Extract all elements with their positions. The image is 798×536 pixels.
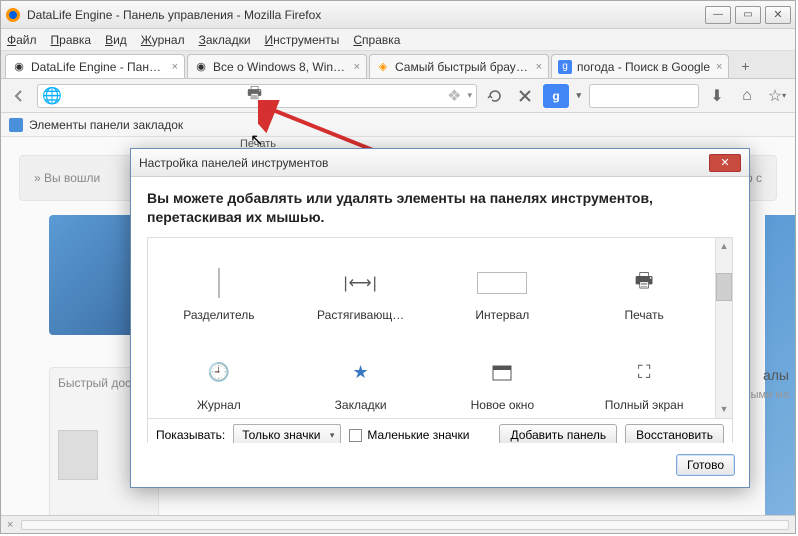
customize-toolbar-dialog: Настройка панелей инструментов ✕ Вы може… <box>130 148 750 488</box>
star-icon: ★ <box>353 356 369 390</box>
tab-label: погода - Поиск в Google <box>577 60 710 74</box>
palette-item-spacer[interactable]: Интервал <box>432 238 574 328</box>
tab-close-icon[interactable]: × <box>716 61 722 73</box>
tab-2[interactable]: ◈ Самый быстрый браузе… × <box>369 54 549 78</box>
minimize-button[interactable]: — <box>705 6 731 24</box>
palette-item-history[interactable]: 🕘 Журнал <box>148 328 290 418</box>
menu-view[interactable]: Вид <box>105 33 127 47</box>
stop-button[interactable] <box>513 84 537 108</box>
bookmarks-toolbar-label[interactable]: Элементы панели закладок <box>29 118 183 132</box>
dialog-heading: Вы можете добавлять или удалять элементы… <box>147 189 733 227</box>
palette-scrollbar[interactable]: ▲ ▼ <box>715 238 732 418</box>
add-panel-button[interactable]: Добавить панель <box>499 424 617 443</box>
checkbox-icon <box>349 429 362 442</box>
dialog-controls-row: Показывать: Только значки Маленькие знач… <box>147 419 733 443</box>
tab-close-icon[interactable]: × <box>536 61 542 73</box>
menu-help[interactable]: Справка <box>353 33 400 47</box>
dialog-footer: Готово <box>131 443 749 487</box>
menu-bookmarks[interactable]: Закладки <box>199 33 251 47</box>
menu-tools[interactable]: Инструменты <box>265 33 340 47</box>
show-label: Показывать: <box>156 428 225 442</box>
tab-close-icon[interactable]: × <box>172 61 178 73</box>
menubar: Файл Правка Вид Журнал Закладки Инструме… <box>1 29 795 51</box>
url-dropdown-icon[interactable]: ▾ <box>467 90 472 101</box>
window-title: DataLife Engine - Панель управления - Mo… <box>27 8 705 22</box>
palette-item-print[interactable]: 🖶 Печать <box>573 238 715 328</box>
palette-item-fullscreen[interactable]: ⛶ Полный экран <box>573 328 715 418</box>
print-icon: 🖶 <box>635 266 654 300</box>
tab-strip: ◉ DataLife Engine - Панел… × ◉ Все о Win… <box>1 51 795 79</box>
print-icon[interactable]: 🖶 <box>247 82 262 109</box>
search-box[interactable] <box>589 84 699 108</box>
bg-right-stripe <box>765 215 795 515</box>
scroll-down-icon[interactable]: ▼ <box>716 401 732 418</box>
nav-toolbar: 🌐 🖶 ❖ ▾ g ⬇ ⌂ ☆▾ <box>1 79 795 113</box>
feed-icon[interactable]: ❖ <box>447 86 461 106</box>
downloads-button[interactable]: ⬇ <box>705 84 729 108</box>
back-button[interactable] <box>7 84 31 108</box>
globe-icon: 🌐 <box>42 86 62 106</box>
maximize-button[interactable]: ▭ <box>735 6 761 24</box>
tab-label: Все о Windows 8, Windo… <box>213 60 348 74</box>
tab-favicon-icon: ◉ <box>12 60 26 74</box>
palette-item-new-window[interactable]: Новое окно <box>432 328 574 418</box>
new-tab-button[interactable]: + <box>734 56 756 76</box>
home-button[interactable]: ⌂ <box>735 84 759 108</box>
menu-file[interactable]: Файл <box>7 33 37 47</box>
tab-favicon-icon: ◈ <box>376 60 390 74</box>
firefox-icon <box>5 7 21 23</box>
fullscreen-icon: ⛶ <box>638 356 651 390</box>
status-track <box>21 520 789 530</box>
show-mode-select[interactable]: Только значки <box>233 424 341 443</box>
menu-edit[interactable]: Правка <box>51 33 92 47</box>
separator-icon <box>218 268 220 298</box>
small-icons-checkbox[interactable]: Маленькие значки <box>349 428 469 442</box>
tab-favicon-icon: ◉ <box>194 60 208 74</box>
menu-history[interactable]: Журнал <box>141 33 185 47</box>
bookmarks-toolbar: Элементы панели закладок <box>1 113 795 137</box>
close-button[interactable]: ✕ <box>765 6 791 24</box>
window-icon <box>492 356 512 390</box>
dialog-titlebar: Настройка панелей инструментов ✕ <box>131 149 749 177</box>
tab-label: Самый быстрый браузе… <box>395 60 530 74</box>
restore-button[interactable]: Восстановить <box>625 424 724 443</box>
status-bar: × <box>1 515 795 533</box>
scroll-up-icon[interactable]: ▲ <box>716 238 732 255</box>
palette-item-bookmarks[interactable]: ★ Закладки <box>290 328 432 418</box>
clock-icon: 🕘 <box>208 356 230 390</box>
done-button[interactable]: Готово <box>676 454 735 476</box>
url-bar[interactable]: 🌐 🖶 ❖ ▾ <box>37 84 477 108</box>
spacer-icon <box>477 272 527 294</box>
reload-button[interactable] <box>483 84 507 108</box>
tab-1[interactable]: ◉ Все о Windows 8, Windo… × <box>187 54 367 78</box>
tab-label: DataLife Engine - Панел… <box>31 60 166 74</box>
tab-favicon-icon: g <box>558 60 572 74</box>
bookmark-folder-icon <box>9 118 23 132</box>
scroll-thumb[interactable] <box>716 273 732 301</box>
status-close-icon[interactable]: × <box>7 519 13 531</box>
tab-3[interactable]: g погода - Поиск в Google × <box>551 54 729 78</box>
flexible-space-icon: |⟷| <box>344 266 378 300</box>
toolbar-items-palette: Разделитель |⟷| Растягивающ… Интервал 🖶 … <box>147 237 733 419</box>
tab-0[interactable]: ◉ DataLife Engine - Панел… × <box>5 54 185 78</box>
titlebar: DataLife Engine - Панель управления - Mo… <box>1 1 795 29</box>
dialog-title: Настройка панелей инструментов <box>139 156 328 170</box>
dialog-close-button[interactable]: ✕ <box>709 154 741 172</box>
palette-item-flexible-space[interactable]: |⟷| Растягивающ… <box>290 238 432 328</box>
bookmark-star-icon[interactable]: ☆▾ <box>765 84 789 108</box>
tab-close-icon[interactable]: × <box>354 61 360 73</box>
palette-item-separator[interactable]: Разделитель <box>148 238 290 328</box>
window-controls: — ▭ ✕ <box>705 6 791 24</box>
search-engine-button[interactable]: g <box>543 84 569 108</box>
